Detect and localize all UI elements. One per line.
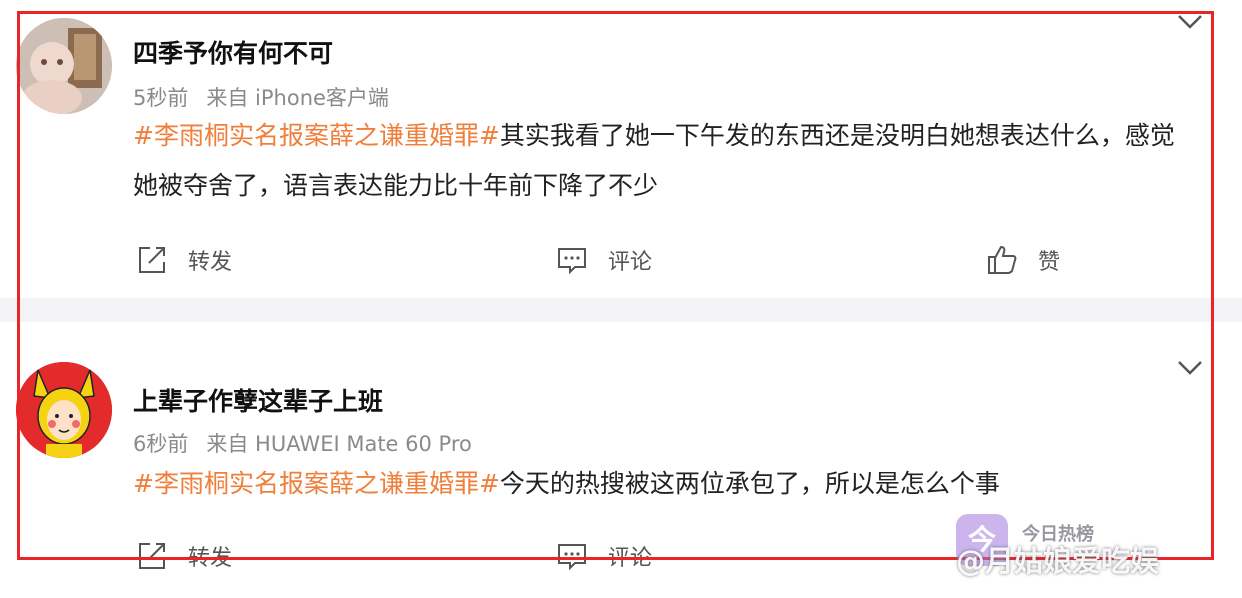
post-source: 来自 HUAWEI Mate 60 Pro: [206, 432, 472, 456]
hashtag-link[interactable]: #李雨桐实名报案薛之谦重婚罪#: [133, 121, 500, 150]
comment-label: 评论: [608, 250, 653, 275]
comment-button[interactable]: 评论: [556, 536, 652, 576]
repost-label: 转发: [188, 250, 233, 275]
post-text: 今天的热搜被这两位承包了，所以是怎么个事: [499, 469, 1000, 498]
post-time: 5秒前: [133, 86, 189, 110]
repost-button[interactable]: 转发: [136, 536, 232, 576]
like-button[interactable]: 赞: [986, 240, 1060, 280]
user-avatar[interactable]: [16, 362, 112, 458]
post-meta: 5秒前 来自 iPhone客户端: [133, 82, 389, 112]
like-label: 赞: [1038, 250, 1061, 275]
repost-button[interactable]: 转发: [136, 240, 232, 280]
action-bar: 转发 评论 赞: [0, 240, 1242, 280]
repost-label: 转发: [188, 546, 233, 571]
post-time: 6秒前: [133, 432, 189, 456]
user-avatar[interactable]: [16, 18, 112, 114]
post-meta: 6秒前 来自 HUAWEI Mate 60 Pro: [133, 428, 472, 458]
username[interactable]: 四季予你有何不可: [133, 34, 333, 70]
hashtag-link[interactable]: #李雨桐实名报案薛之谦重婚罪#: [133, 469, 500, 498]
username[interactable]: 上辈子作孽这辈子上班: [133, 382, 383, 418]
chevron-down-icon[interactable]: [1176, 12, 1204, 32]
repost-icon: [139, 247, 165, 273]
post-content: #李雨桐实名报案薛之谦重婚罪#今天的热搜被这两位承包了，所以是怎么个事: [133, 459, 1193, 509]
repost-icon: [139, 543, 165, 569]
comment-label: 评论: [608, 546, 653, 571]
comment-button[interactable]: 评论: [556, 240, 652, 280]
watermark: 今 今日热榜 @月姑娘爱吃娱: [956, 514, 1236, 594]
post-source: 来自 iPhone客户端: [206, 86, 389, 110]
chevron-down-icon[interactable]: [1176, 358, 1204, 378]
comment-icon: [558, 544, 586, 571]
like-icon: [988, 245, 1017, 274]
post-card-1: 四季予你有何不可 5秒前 来自 iPhone客户端 #李雨桐实名报案薛之谦重婚罪#…: [0, 0, 1242, 298]
watermark-author: @月姑娘爱吃娱: [956, 544, 1160, 578]
post-content: #李雨桐实名报案薛之谦重婚罪#其实我看了她一下午发的东西还是没明白她想表达什么，…: [133, 111, 1193, 211]
comment-icon: [558, 248, 586, 275]
